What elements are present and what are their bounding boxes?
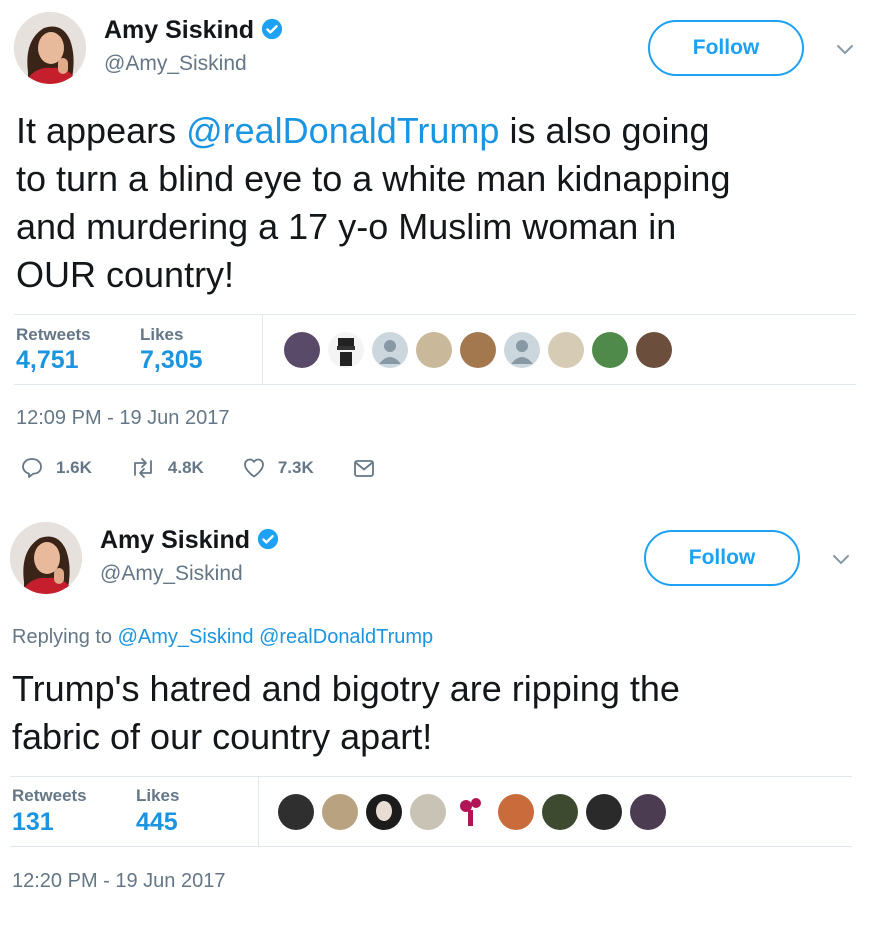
tweet-1: Amy Siskind @Amy_Siskind Follow It appea… — [0, 0, 878, 500]
liker-avatar[interactable] — [586, 794, 622, 830]
like-button[interactable]: 7.3K — [242, 456, 314, 480]
liker-avatar[interactable] — [284, 332, 320, 368]
tweet-text: Trump's hatred and bigotry are ripping t… — [12, 665, 680, 761]
mention-link[interactable]: @realDonaldTrump — [186, 110, 499, 151]
author-handle[interactable]: @Amy_Siskind — [100, 562, 243, 586]
tweet-text-line: fabric of our country apart! — [12, 716, 433, 757]
chevron-down-icon[interactable] — [834, 38, 856, 60]
retweets-count[interactable]: 131 — [12, 808, 54, 837]
verified-badge-icon — [257, 528, 279, 550]
liker-avatar[interactable] — [498, 794, 534, 830]
liker-avatar[interactable] — [372, 332, 408, 368]
replying-to: Replying to @Amy_Siskind @realDonaldTrum… — [12, 626, 434, 648]
reply-count: 1.6K — [56, 458, 92, 477]
heart-icon — [243, 458, 264, 478]
liker-avatar[interactable] — [542, 794, 578, 830]
tweet-text-line: OUR country! — [16, 254, 235, 295]
liker-avatar[interactable] — [410, 794, 446, 830]
tweet-text-line: Trump's hatred and bigotry are ripping t… — [12, 668, 680, 709]
verified-badge-icon — [261, 18, 283, 40]
avatar[interactable] — [14, 12, 86, 84]
retweets-label: Retweets — [16, 325, 91, 344]
likers-avatars — [284, 332, 680, 368]
retweets-label: Retweets — [12, 786, 87, 805]
retweet-button[interactable]: 4.8K — [130, 456, 204, 480]
mention-link[interactable]: @realDonaldTrump — [259, 626, 433, 648]
avatar[interactable] — [10, 522, 82, 594]
liker-avatar[interactable] — [328, 332, 364, 368]
liker-avatar[interactable] — [366, 794, 402, 830]
divider — [14, 384, 856, 385]
likes-label: Likes — [136, 786, 180, 805]
likes-label: Likes — [140, 325, 184, 344]
liker-avatar[interactable] — [322, 794, 358, 830]
mention-link[interactable]: @Amy_Siskind — [118, 626, 254, 648]
liker-avatar[interactable] — [592, 332, 628, 368]
tweet-2: Amy Siskind @Amy_Siskind Follow Replying… — [0, 510, 878, 932]
liker-avatar[interactable] — [630, 794, 666, 830]
likers-avatars — [278, 794, 674, 830]
retweets-count[interactable]: 4,751 — [16, 346, 79, 375]
retweet-icon — [134, 458, 152, 478]
divider-vertical — [258, 777, 259, 847]
divider — [10, 776, 852, 777]
chevron-down-icon[interactable] — [830, 548, 852, 570]
divider — [10, 846, 852, 847]
tweet-actions: 1.6K 4.8K 7.3K — [20, 456, 426, 480]
reply-button[interactable]: 1.6K — [20, 456, 92, 480]
retweet-count: 4.8K — [167, 458, 204, 477]
liker-avatar[interactable] — [504, 332, 540, 368]
liker-avatar[interactable] — [548, 332, 584, 368]
likes-count[interactable]: 445 — [136, 808, 178, 837]
tweet-text-line: and murdering a 17 y-o Muslim woman in — [16, 206, 677, 247]
tweet-text-line: It appears @realDonaldTrump is also goin… — [16, 110, 710, 151]
message-button[interactable] — [352, 456, 388, 480]
timestamp[interactable]: 12:09 PM - 19 Jun 2017 — [16, 407, 229, 430]
author-name[interactable]: Amy Siskind — [104, 16, 283, 45]
timestamp[interactable]: 12:20 PM - 19 Jun 2017 — [12, 870, 225, 893]
liker-avatar[interactable] — [460, 332, 496, 368]
liker-avatar[interactable] — [454, 794, 490, 830]
liker-avatar[interactable] — [278, 794, 314, 830]
liker-avatar[interactable] — [636, 332, 672, 368]
tweet-text-line: to turn a blind eye to a white man kidna… — [16, 158, 731, 199]
like-count: 7.3K — [277, 458, 314, 477]
author-handle[interactable]: @Amy_Siskind — [104, 52, 247, 76]
follow-button[interactable]: Follow — [644, 530, 800, 586]
follow-button[interactable]: Follow — [648, 20, 804, 76]
liker-avatar[interactable] — [416, 332, 452, 368]
divider-vertical — [262, 315, 263, 385]
envelope-icon — [353, 460, 374, 477]
reply-icon — [22, 458, 42, 478]
divider — [14, 314, 856, 315]
author-name[interactable]: Amy Siskind — [100, 526, 279, 555]
tweet-text: It appears @realDonaldTrump is also goin… — [16, 107, 730, 299]
likes-count[interactable]: 7,305 — [140, 346, 203, 375]
